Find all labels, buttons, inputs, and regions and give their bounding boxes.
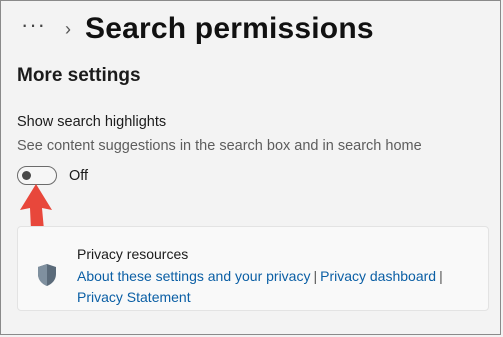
about-settings-privacy-link[interactable]: About these settings and your privacy bbox=[77, 268, 310, 284]
link-separator: | bbox=[313, 268, 318, 284]
setting-label: Show search highlights bbox=[17, 114, 167, 130]
section-title: More settings bbox=[17, 65, 141, 86]
page-title: Search permissions bbox=[85, 12, 374, 45]
setting-description: See content suggestions in the search bo… bbox=[17, 138, 422, 154]
search-highlights-toggle[interactable] bbox=[17, 166, 57, 185]
privacy-resources-card: Privacy resources About these settings a… bbox=[17, 226, 489, 311]
chevron-right-icon: › bbox=[65, 18, 71, 39]
settings-window: ··· › Search permissions More settings S… bbox=[0, 0, 501, 335]
breadcrumb: ··· › Search permissions bbox=[21, 9, 374, 49]
toggle-state-label: Off bbox=[69, 168, 89, 184]
more-icon[interactable]: ··· bbox=[21, 14, 51, 36]
privacy-dashboard-link[interactable]: Privacy dashboard bbox=[320, 268, 436, 284]
toggle-knob bbox=[22, 171, 31, 180]
privacy-links: About these settings and your privacy | Pr… bbox=[77, 266, 477, 308]
link-separator: | bbox=[439, 268, 443, 284]
privacy-resources-title: Privacy resources bbox=[77, 246, 189, 262]
shield-icon bbox=[38, 264, 56, 286]
privacy-statement-link[interactable]: Privacy Statement bbox=[77, 289, 191, 305]
